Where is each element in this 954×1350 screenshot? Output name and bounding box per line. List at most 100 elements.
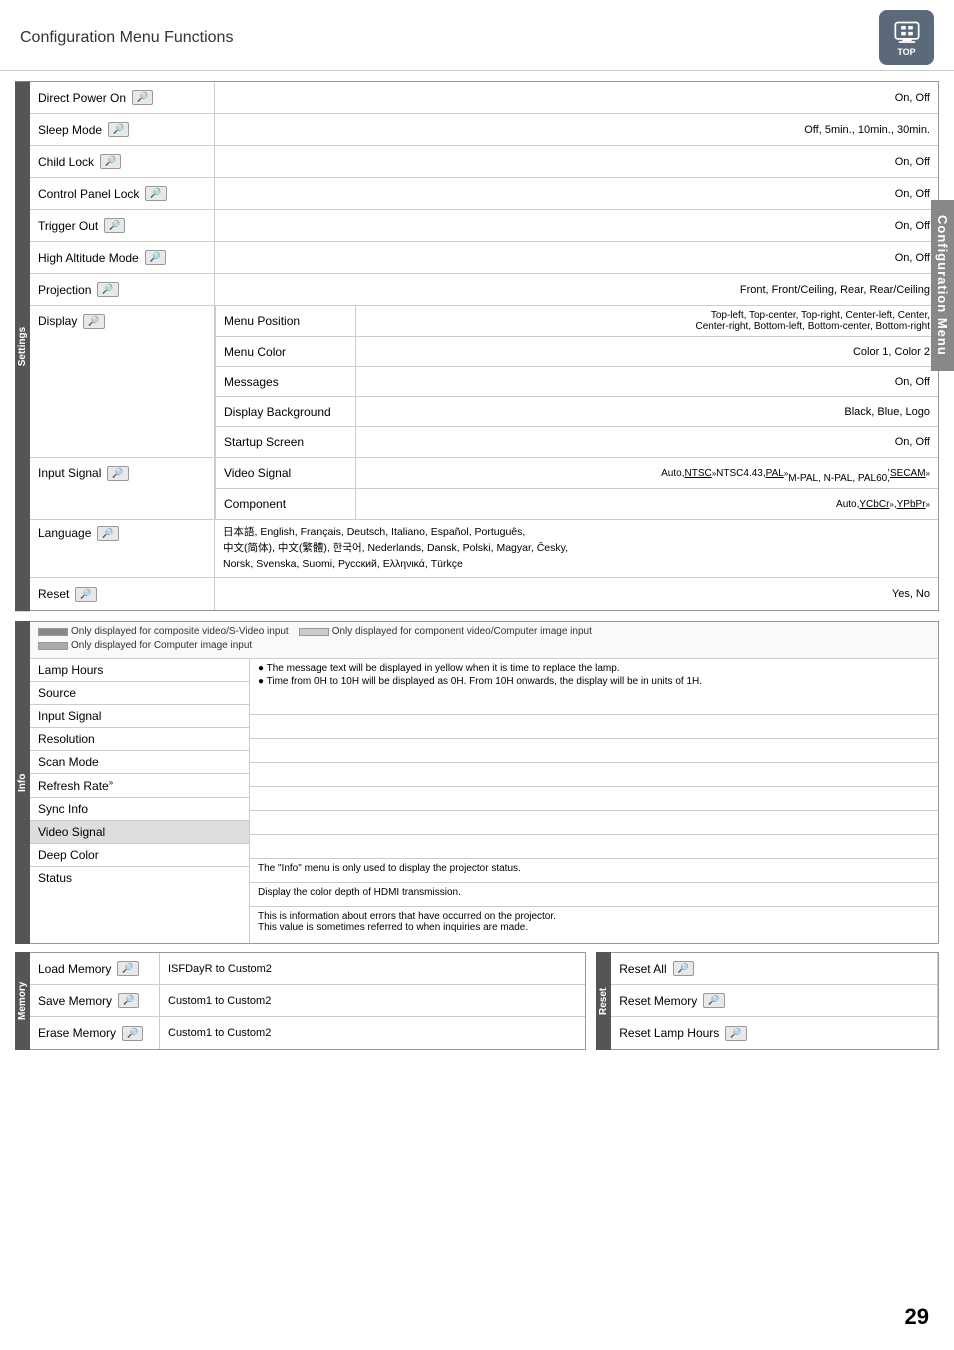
row-direct-power-on: Direct Power On 🔎 On, Off bbox=[30, 82, 938, 114]
info-legend: Only displayed for composite video/S-Vid… bbox=[30, 622, 938, 659]
page-number: 29 bbox=[905, 1304, 929, 1330]
info-row-video-signal: Video Signal bbox=[30, 821, 249, 844]
info-rows-wrapper: Lamp Hours Source Input Signal Resolutio… bbox=[30, 659, 938, 943]
sub-val-messages: On, Off bbox=[356, 367, 938, 396]
info-desc-resolution bbox=[250, 763, 938, 787]
settings-section: Settings Direct Power On 🔎 On, Off Sleep… bbox=[15, 81, 939, 611]
reset-label: Reset bbox=[596, 952, 611, 1050]
row-high-altitude-mode: High Altitude Mode 🔎 On, Off bbox=[30, 242, 938, 274]
item-high-altitude-mode: High Altitude Mode 🔎 bbox=[30, 242, 215, 273]
row-reset-lamp-hours: Reset Lamp Hours 🔎 bbox=[611, 1017, 938, 1049]
value-sleep-mode: Off, 5min., 10min., 30min. bbox=[215, 114, 938, 145]
icon-language: 🔎 bbox=[97, 526, 118, 541]
icon-reset: 🔎 bbox=[75, 587, 96, 602]
icon-child-lock: 🔎 bbox=[100, 154, 121, 169]
reset-content: Reset All 🔎 Reset Memory 🔎 Reset Lamp Ho… bbox=[611, 952, 939, 1050]
info-desc-input-signal bbox=[250, 739, 938, 763]
icon-load-memory: 🔎 bbox=[117, 961, 138, 976]
icon-sleep-mode: 🔎 bbox=[108, 122, 129, 137]
value-trigger-out: On, Off bbox=[215, 210, 938, 241]
row-trigger-out: Trigger Out 🔎 On, Off bbox=[30, 210, 938, 242]
value-load-memory: ISFDayR to Custom2 bbox=[160, 953, 585, 984]
legend-component: Only displayed for component video/Compu… bbox=[299, 626, 592, 637]
sub-row-messages: Messages On, Off bbox=[216, 367, 938, 397]
value-language: 日本語, English, Français, Deutsch, Italian… bbox=[215, 520, 938, 577]
memory-content: Load Memory 🔎 ISFDayR to Custom2 Save Me… bbox=[30, 952, 586, 1050]
info-row-deep-color: Deep Color bbox=[30, 844, 249, 867]
item-input-signal: Input Signal 🔎 bbox=[30, 458, 215, 519]
info-label: Info bbox=[15, 621, 30, 944]
item-reset-memory: Reset Memory 🔎 bbox=[611, 985, 938, 1016]
display-sub-section: Menu Position Top-left, Top-center, Top-… bbox=[215, 306, 938, 457]
info-row-resolution: Resolution bbox=[30, 728, 249, 751]
row-reset-all: Reset All 🔎 bbox=[611, 953, 938, 985]
sub-row-startup-screen: Startup Screen On, Off bbox=[216, 427, 938, 457]
info-desc-scan-mode bbox=[250, 787, 938, 811]
row-erase-memory: Erase Memory 🔎 Custom1 to Custom2 bbox=[30, 1017, 585, 1049]
legend-box-dark bbox=[38, 628, 68, 636]
row-display: Display 🔎 Menu Position Top-left, Top-ce… bbox=[30, 306, 938, 458]
icon-control-panel-lock: 🔎 bbox=[145, 186, 166, 201]
row-control-panel-lock: Control Panel Lock 🔎 On, Off bbox=[30, 178, 938, 210]
sub-val-menu-position: Top-left, Top-center, Top-right, Center-… bbox=[356, 306, 938, 336]
settings-content: Direct Power On 🔎 On, Off Sleep Mode 🔎 O… bbox=[30, 81, 939, 611]
value-direct-power-on: On, Off bbox=[215, 82, 938, 113]
info-rows-left: Lamp Hours Source Input Signal Resolutio… bbox=[30, 659, 250, 943]
sub-val-display-bg: Black, Blue, Logo bbox=[356, 397, 938, 426]
sub-row-video-signal: Video Signal Auto, NTSC» NTSC4.43, PAL»,… bbox=[216, 458, 938, 489]
item-direct-power-on: Direct Power On 🔎 bbox=[30, 82, 215, 113]
icon-save-memory: 🔎 bbox=[118, 993, 139, 1008]
info-desc-deep-color: Display the color depth of HDMI transmis… bbox=[250, 883, 938, 907]
row-child-lock: Child Lock 🔎 On, Off bbox=[30, 146, 938, 178]
row-projection: Projection 🔎 Front, Front/Ceiling, Rear,… bbox=[30, 274, 938, 306]
info-row-status: Status bbox=[30, 867, 249, 889]
icon-direct-power-on: 🔎 bbox=[132, 90, 153, 105]
info-row-source: Source bbox=[30, 682, 249, 705]
info-desc-lamp: ● The message text will be displayed in … bbox=[250, 659, 938, 715]
top-icon[interactable]: TOP bbox=[879, 10, 934, 65]
item-language: Language 🔎 bbox=[30, 520, 215, 577]
memory-right: Reset Reset All 🔎 Reset Memory 🔎 Reset L… bbox=[596, 952, 939, 1050]
value-child-lock: On, Off bbox=[215, 146, 938, 177]
item-trigger-out: Trigger Out 🔎 bbox=[30, 210, 215, 241]
info-row-scan-mode: Scan Mode bbox=[30, 751, 249, 774]
sub-val-menu-color: Color 1, Color 2 bbox=[356, 337, 938, 366]
sub-item-messages: Messages bbox=[216, 367, 356, 396]
info-rows-right: ● The message text will be displayed in … bbox=[250, 659, 938, 943]
config-menu-label: Configuration Menu bbox=[931, 200, 954, 371]
icon-erase-memory: 🔎 bbox=[122, 1026, 143, 1041]
legend-box-light bbox=[299, 628, 329, 636]
value-save-memory: Custom1 to Custom2 bbox=[160, 985, 585, 1016]
icon-trigger-out: 🔎 bbox=[104, 218, 125, 233]
icon-reset-lamp-hours: 🔎 bbox=[725, 1026, 746, 1041]
sub-item-startup-screen: Startup Screen bbox=[216, 427, 356, 457]
info-row-refresh-rate: Refresh Rate» bbox=[30, 774, 249, 798]
input-signal-sub-section: Video Signal Auto, NTSC» NTSC4.43, PAL»,… bbox=[215, 458, 938, 519]
page-title: Configuration Menu Functions bbox=[20, 29, 233, 47]
item-reset: Reset 🔎 bbox=[30, 578, 215, 610]
icon-reset-memory: 🔎 bbox=[703, 993, 724, 1008]
row-load-memory: Load Memory 🔎 ISFDayR to Custom2 bbox=[30, 953, 585, 985]
icon-projection: 🔎 bbox=[97, 282, 118, 297]
row-reset: Reset 🔎 Yes, No bbox=[30, 578, 938, 610]
sub-item-component: Component bbox=[216, 489, 356, 519]
top-label: TOP bbox=[897, 47, 915, 57]
legend-box-gray bbox=[38, 642, 68, 650]
item-load-memory: Load Memory 🔎 bbox=[30, 953, 160, 984]
memory-label: Memory bbox=[15, 952, 30, 1050]
icon-reset-all: 🔎 bbox=[673, 961, 694, 976]
item-reset-all: Reset All 🔎 bbox=[611, 953, 938, 984]
row-language: Language 🔎 日本語, English, Français, Deuts… bbox=[30, 520, 938, 578]
item-reset-lamp-hours: Reset Lamp Hours 🔎 bbox=[611, 1017, 938, 1049]
settings-label: Settings bbox=[15, 81, 30, 611]
row-save-memory: Save Memory 🔎 Custom1 to Custom2 bbox=[30, 985, 585, 1017]
info-desc-source bbox=[250, 715, 938, 739]
sub-val-component: Auto, YCbCr», YPbPr» bbox=[356, 489, 938, 519]
info-row-sync-info: Sync Info bbox=[30, 798, 249, 821]
info-section: Info Only displayed for composite video/… bbox=[15, 621, 939, 944]
value-projection: Front, Front/Ceiling, Rear, Rear/Ceiling bbox=[215, 274, 938, 305]
value-erase-memory: Custom1 to Custom2 bbox=[160, 1017, 585, 1049]
legend-row: Only displayed for composite video/S-Vid… bbox=[38, 626, 930, 637]
item-erase-memory: Erase Memory 🔎 bbox=[30, 1017, 160, 1049]
value-control-panel-lock: On, Off bbox=[215, 178, 938, 209]
